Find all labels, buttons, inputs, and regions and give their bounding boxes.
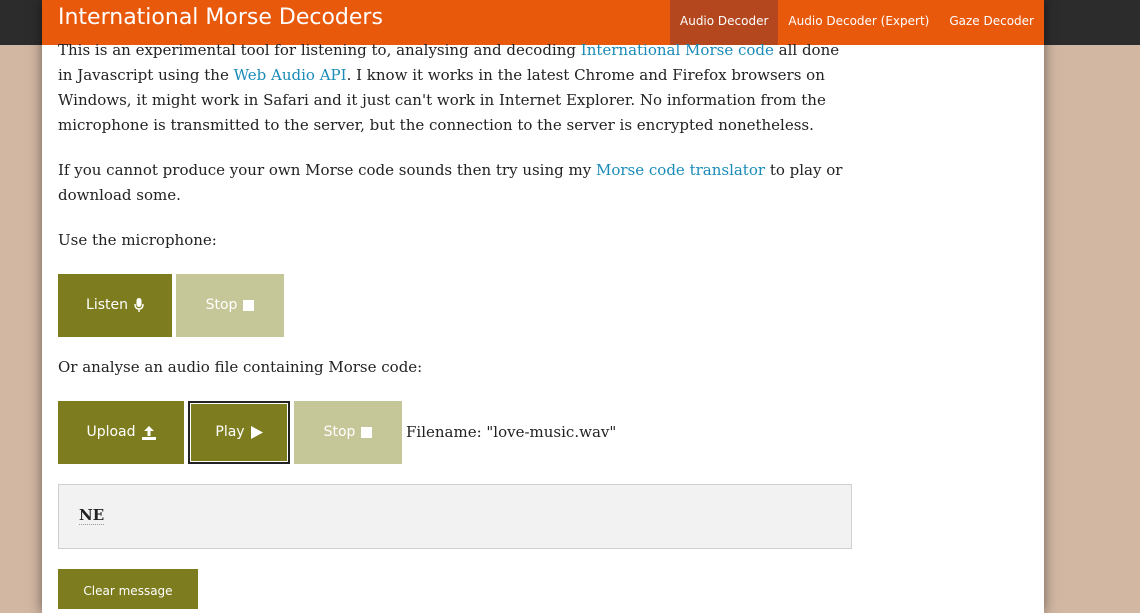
intro-paragraph: This is an experimental tool for listeni… xyxy=(58,38,854,138)
stop-square-icon xyxy=(361,427,373,438)
play-icon xyxy=(250,426,263,439)
decoded-message: NE xyxy=(79,506,105,525)
upload-button[interactable]: Upload xyxy=(58,401,184,464)
filename-text: Filename: "love-music.wav" xyxy=(406,423,617,441)
web-audio-api-link[interactable]: Web Audio API xyxy=(234,66,347,84)
upload-icon xyxy=(141,425,156,440)
file-label: Or analyse an audio file containing Mors… xyxy=(58,358,423,376)
mic-stop-button[interactable]: Stop xyxy=(176,274,284,337)
translator-link[interactable]: Morse code translator xyxy=(596,161,765,179)
file-stop-label: Stop xyxy=(323,424,356,440)
site-title[interactable]: International Morse Decoders xyxy=(58,5,383,30)
play-label: Play xyxy=(215,424,245,440)
translator-text-1: If you cannot produce your own Morse cod… xyxy=(58,161,596,179)
intro-text-1: This is an experimental tool for listeni… xyxy=(58,41,581,59)
nav-gaze-decoder[interactable]: Gaze Decoder xyxy=(939,0,1044,45)
listen-button[interactable]: Listen xyxy=(58,274,172,337)
upload-label: Upload xyxy=(86,424,136,440)
file-controls: Upload Play Stop Filename: "love-music.w… xyxy=(58,401,854,464)
translator-paragraph: If you cannot produce your own Morse cod… xyxy=(58,158,854,208)
mic-stop-label: Stop xyxy=(205,297,238,313)
microphone-icon xyxy=(134,298,144,312)
play-button[interactable]: Play xyxy=(188,401,290,464)
file-stop-button[interactable]: Stop xyxy=(294,401,402,464)
microphone-controls: Listen Stop xyxy=(58,274,854,337)
decoded-output: NE xyxy=(58,484,852,549)
stop-square-icon xyxy=(243,300,255,311)
microphone-label: Use the microphone: xyxy=(58,231,217,249)
clear-message-button[interactable]: Clear message xyxy=(58,569,198,609)
morse-code-link[interactable]: International Morse code xyxy=(581,41,774,59)
listen-label: Listen xyxy=(86,297,128,313)
main-content: This is an experimental tool for listeni… xyxy=(58,38,854,609)
page-container: International Morse Decoders Audio Decod… xyxy=(42,0,1044,613)
